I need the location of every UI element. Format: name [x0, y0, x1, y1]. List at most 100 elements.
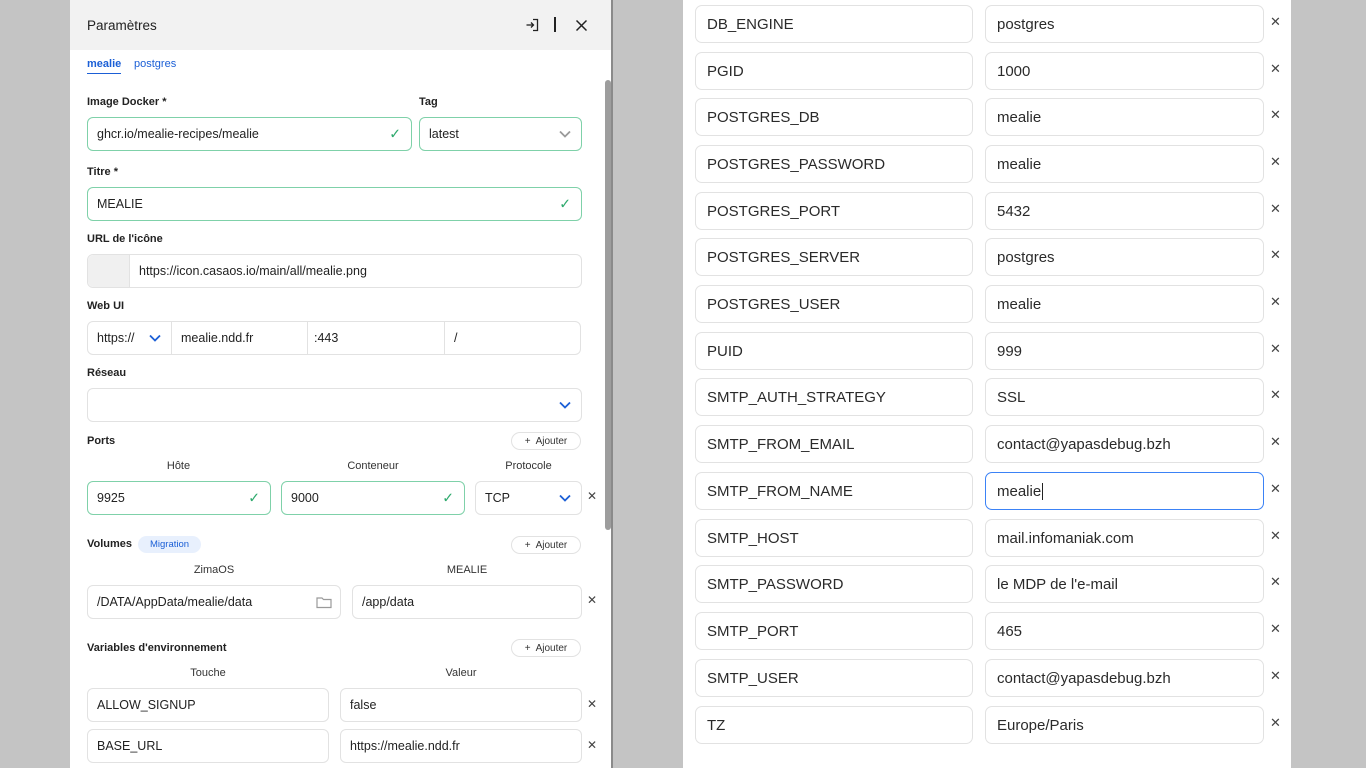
env-value-input[interactable]: mealie — [985, 285, 1264, 323]
remove-env-icon[interactable]: ✕ — [1270, 574, 1281, 590]
add-port-button[interactable]: + Ajouter — [511, 432, 581, 450]
remove-env-icon[interactable]: ✕ — [587, 738, 597, 752]
tab-postgres[interactable]: postgres — [134, 58, 176, 70]
env-value-input[interactable]: postgres — [985, 5, 1264, 43]
migration-badge[interactable]: Migration — [138, 536, 202, 553]
export-icon[interactable] — [522, 14, 542, 36]
remove-env-icon[interactable]: ✕ — [1270, 387, 1281, 403]
remove-env-icon[interactable]: ✕ — [1270, 481, 1281, 497]
env-key-value: TZ — [707, 716, 726, 734]
env-value-value: contact@yapasdebug.bzh — [997, 435, 1171, 453]
icon-url-input[interactable]: https://icon.casaos.io/main/all/mealie.p… — [87, 254, 582, 288]
env-value-input-focused[interactable]: mealie — [985, 472, 1264, 510]
port-container-input[interactable]: 9000 ✓ — [281, 481, 465, 515]
env-key-input[interactable]: POSTGRES_PORT — [695, 192, 973, 230]
folder-icon[interactable] — [316, 596, 332, 609]
env-value-input[interactable]: contact@yapasdebug.bzh — [985, 425, 1264, 463]
volume-host-value: /DATA/AppData/mealie/data — [97, 595, 253, 609]
remove-env-icon[interactable]: ✕ — [1270, 294, 1281, 310]
env-key-value: POSTGRES_PASSWORD — [707, 155, 886, 173]
env-key-input[interactable]: POSTGRES_DB — [695, 98, 973, 136]
remove-env-icon[interactable]: ✕ — [1270, 154, 1281, 170]
image-input[interactable]: ghcr.io/mealie-recipes/mealie ✓ — [87, 117, 412, 151]
env-key-input[interactable]: SMTP_USER — [695, 659, 973, 697]
remove-env-icon[interactable]: ✕ — [1270, 61, 1281, 77]
env-value-input[interactable]: https://mealie.ndd.fr — [340, 729, 582, 763]
check-icon: ✓ — [389, 125, 401, 142]
env-key-input[interactable]: ALLOW_SIGNUP — [87, 688, 329, 722]
webui-port-input[interactable]: :443 — [308, 322, 445, 354]
env-value-input[interactable]: mealie — [985, 98, 1264, 136]
add-volume-button[interactable]: + Ajouter — [511, 536, 581, 554]
port-host-input[interactable]: 9925 ✓ — [87, 481, 271, 515]
env-key-input[interactable]: SMTP_FROM_EMAIL — [695, 425, 973, 463]
tag-label: Tag — [419, 96, 438, 108]
header-divider — [554, 17, 556, 32]
webui-path-input[interactable]: / — [445, 322, 580, 354]
port-protocol-select[interactable]: TCP — [475, 481, 582, 515]
env-key-input[interactable]: PUID — [695, 332, 973, 370]
dialog-header: Paramètres — [70, 0, 611, 50]
webui-host-input[interactable]: mealie.ndd.fr — [172, 322, 308, 354]
env-value-input[interactable]: Europe/Paris — [985, 706, 1264, 744]
env-value-input[interactable]: 1000 — [985, 52, 1264, 90]
close-icon[interactable] — [571, 14, 591, 36]
env-value-input[interactable]: contact@yapasdebug.bzh — [985, 659, 1264, 697]
env-value-input[interactable]: postgres — [985, 238, 1264, 276]
env-key-value: SMTP_AUTH_STRATEGY — [707, 388, 886, 406]
remove-env-icon[interactable]: ✕ — [1270, 201, 1281, 217]
tab-mealie[interactable]: mealie — [87, 58, 122, 74]
add-env-button[interactable]: + Ajouter — [511, 639, 581, 657]
volumes-col-container: MEALIE — [446, 564, 488, 576]
title-value: MEALIE — [97, 197, 143, 211]
remove-volume-icon[interactable]: ✕ — [587, 593, 597, 607]
env-key-input[interactable]: SMTP_HOST — [695, 519, 973, 557]
env-key-input[interactable]: SMTP_PASSWORD — [695, 565, 973, 603]
env-value-input[interactable]: mealie — [985, 145, 1264, 183]
remove-port-icon[interactable]: ✕ — [587, 489, 597, 503]
plus-icon: + — [524, 435, 531, 447]
remove-env-icon[interactable]: ✕ — [1270, 341, 1281, 357]
env-value-input[interactable]: mail.infomaniak.com — [985, 519, 1264, 557]
remove-env-icon[interactable]: ✕ — [1270, 715, 1281, 731]
webui-scheme-select[interactable]: https:// — [88, 322, 172, 354]
env-value-input[interactable]: 5432 — [985, 192, 1264, 230]
env-key-value: SMTP_USER — [707, 669, 799, 687]
remove-env-icon[interactable]: ✕ — [1270, 621, 1281, 637]
env-key-input[interactable]: PGID — [695, 52, 973, 90]
env-key-input[interactable]: SMTP_PORT — [695, 612, 973, 650]
env-key-value: PUID — [707, 342, 743, 360]
env-key-input[interactable]: POSTGRES_PASSWORD — [695, 145, 973, 183]
title-input[interactable]: MEALIE ✓ — [87, 187, 582, 221]
env-value-input[interactable]: SSL — [985, 378, 1264, 416]
network-select[interactable] — [87, 388, 582, 422]
remove-env-icon[interactable]: ✕ — [1270, 247, 1281, 263]
env-key-input[interactable]: DB_ENGINE — [695, 5, 973, 43]
env-key-input[interactable]: POSTGRES_SERVER — [695, 238, 973, 276]
remove-env-icon[interactable]: ✕ — [1270, 107, 1281, 123]
env-key-input[interactable]: SMTP_FROM_NAME — [695, 472, 973, 510]
remove-env-icon[interactable]: ✕ — [1270, 14, 1281, 30]
env-key-input[interactable]: BASE_URL — [87, 729, 329, 763]
volume-container-input[interactable]: /app/data — [352, 585, 582, 619]
remove-env-icon[interactable]: ✕ — [1270, 528, 1281, 544]
remove-env-icon[interactable]: ✕ — [1270, 434, 1281, 450]
env-value-input[interactable]: 465 — [985, 612, 1264, 650]
tag-select[interactable]: latest — [419, 117, 582, 151]
remove-env-icon[interactable]: ✕ — [587, 697, 597, 711]
env-key-input[interactable]: TZ — [695, 706, 973, 744]
remove-env-icon[interactable]: ✕ — [1270, 668, 1281, 684]
env-value-input[interactable]: 999 — [985, 332, 1264, 370]
ports-col-protocol: Protocole — [505, 460, 552, 472]
env-key-value: BASE_URL — [97, 739, 163, 753]
env-value-input[interactable]: false — [340, 688, 582, 722]
env-key-value: POSTGRES_DB — [707, 108, 820, 126]
volume-host-input[interactable]: /DATA/AppData/mealie/data — [87, 585, 341, 619]
scrollbar[interactable] — [605, 80, 611, 530]
env-key-value: SMTP_HOST — [707, 529, 799, 547]
env-value-input[interactable]: le MDP de l'e-mail — [985, 565, 1264, 603]
env-value-value: mealie — [997, 155, 1042, 173]
env-key-input[interactable]: POSTGRES_USER — [695, 285, 973, 323]
icon-url-label: URL de l'icône — [87, 233, 163, 245]
env-key-input[interactable]: SMTP_AUTH_STRATEGY — [695, 378, 973, 416]
